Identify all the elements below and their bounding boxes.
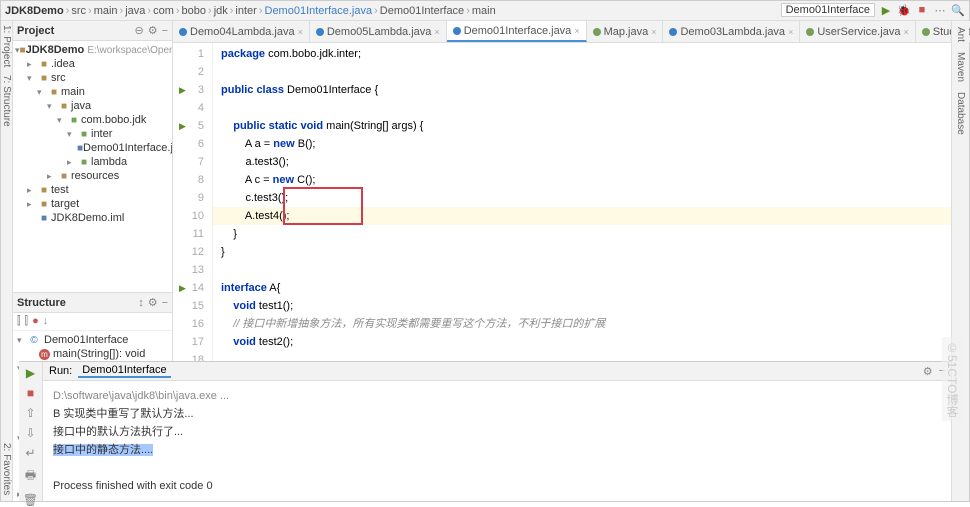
more-icon[interactable]: ⋯	[933, 3, 947, 17]
tree-node[interactable]: ▸■resources	[13, 169, 172, 183]
filter-icon[interactable]: ●	[32, 315, 39, 328]
file-type-icon	[669, 28, 677, 36]
gear-icon[interactable]: ⚙	[148, 296, 158, 309]
run-output[interactable]: D:\software\java\jdk8\bin\java.exe ...B …	[43, 381, 951, 501]
run-toolbar: ▶ ■ ⇧ ⇩ ↵ 🖶 🗑	[19, 362, 43, 501]
tree-node[interactable]: ▸■lambda	[13, 155, 172, 169]
run-gutter-icon[interactable]: ▶	[179, 279, 186, 297]
editor-tab[interactable]: UserService.java×	[800, 21, 915, 42]
rerun-icon[interactable]: ▶	[26, 366, 35, 380]
bc-root[interactable]: JDK8Demo	[5, 5, 64, 17]
structure-panel-header: Structure ↕ ⚙ −	[13, 293, 172, 313]
tree-node[interactable]: ■Demo01Interface.ja	[13, 141, 172, 155]
top-toolbar: Demo01Interface ▶ 🐞 ■ ⋯ 🔍	[781, 3, 965, 17]
left-vertical-tabs: 1: Project 7: Structure 2: Favorites	[1, 21, 13, 501]
hide-icon[interactable]: −	[162, 25, 168, 37]
tab-structure[interactable]: 7: Structure	[1, 75, 12, 127]
debug-icon[interactable]: 🐞	[897, 3, 911, 17]
close-icon[interactable]: ×	[788, 27, 793, 37]
trash-icon[interactable]: 🗑	[23, 493, 38, 507]
run-gutter-icon[interactable]: ▶	[179, 81, 186, 99]
run-tab[interactable]: Demo01Interface	[78, 364, 170, 378]
stop-icon[interactable]: ■	[27, 386, 34, 400]
structure-node[interactable]: mmain(String[]): void	[13, 347, 172, 361]
gear-icon[interactable]: ⚙	[148, 24, 158, 37]
gear-icon[interactable]: ⚙	[923, 365, 933, 378]
tab-project[interactable]: 1: Project	[1, 25, 12, 67]
editor-tab[interactable]: Demo01Interface.java×	[447, 21, 587, 42]
hide-icon[interactable]: −	[162, 297, 168, 309]
filter-icon[interactable]: ⫿	[17, 315, 21, 328]
run-panel: ▶ ■ ⇧ ⇩ ↵ 🖶 🗑 Run: Demo01Interface ⚙ − D…	[19, 361, 951, 501]
bc-file[interactable]: Demo01Interface.java	[265, 5, 373, 17]
structure-node[interactable]: ▾©Demo01Interface	[13, 333, 172, 347]
close-icon[interactable]: ×	[574, 26, 579, 36]
tree-node[interactable]: ■JDK8Demo.iml	[13, 211, 172, 225]
tab-database[interactable]: Database	[955, 92, 966, 135]
file-type-icon	[453, 27, 461, 35]
file-type-icon	[806, 28, 814, 36]
print-icon[interactable]: 🖶	[25, 466, 36, 487]
structure-toolbar: ⫿ ⫿ ● ↓	[13, 313, 172, 331]
wrap-icon[interactable]: ↵	[25, 446, 35, 460]
tree-node[interactable]: ▾■src	[13, 71, 172, 85]
tab-ant[interactable]: Ant	[955, 27, 966, 42]
project-panel-header: Project ⊖ ⚙ −	[13, 21, 172, 41]
tree-node[interactable]: ▾■com.bobo.jdk	[13, 113, 172, 127]
down-icon[interactable]: ⇩	[25, 426, 35, 440]
up-icon[interactable]: ⇧	[25, 406, 35, 420]
breadcrumb-bar: JDK8Demo ›src ›main ›java ›com ›bobo ›jd…	[1, 1, 969, 21]
right-vertical-tabs: Ant Maven Database	[951, 21, 969, 501]
editor-tab[interactable]: Map.java×	[587, 21, 664, 42]
tab-maven[interactable]: Maven	[955, 52, 966, 82]
editor-tabs: Demo04Lambda.java×Demo05Lambda.java×Demo…	[173, 21, 970, 43]
watermark: ©51CTO博客	[942, 337, 963, 421]
tree-node[interactable]: ▾■inter	[13, 127, 172, 141]
editor-tab[interactable]: Demo04Lambda.java×	[173, 21, 310, 42]
close-icon[interactable]: ×	[651, 27, 656, 37]
project-root[interactable]: ▾■ JDK8Demo E:\workspace\OpenClass	[13, 43, 172, 57]
search-icon[interactable]: 🔍	[951, 3, 965, 17]
tree-node[interactable]: ▸■target	[13, 197, 172, 211]
stop-icon[interactable]: ■	[915, 3, 929, 17]
run-header: Run: Demo01Interface ⚙ −	[43, 362, 951, 381]
filter-icon[interactable]: ↓	[43, 315, 49, 328]
close-icon[interactable]: ×	[434, 27, 439, 37]
tree-node[interactable]: ▸■test	[13, 183, 172, 197]
close-icon[interactable]: ×	[903, 27, 908, 37]
file-type-icon	[922, 28, 930, 36]
tree-node[interactable]: ▾■java	[13, 99, 172, 113]
run-config[interactable]: Demo01Interface	[781, 3, 875, 17]
collapse-icon[interactable]: ⊖	[134, 24, 143, 37]
editor-tab[interactable]: Demo03Lambda.java×	[663, 21, 800, 42]
project-tree[interactable]: ▾■ JDK8Demo E:\workspace\OpenClass ▸■.id…	[13, 41, 172, 292]
tab-favorites[interactable]: 2: Favorites	[1, 443, 12, 495]
editor-tab[interactable]: Demo05Lambda.java×	[310, 21, 447, 42]
file-type-icon	[593, 28, 601, 36]
sort-icon[interactable]: ↕	[138, 297, 144, 309]
tree-node[interactable]: ▾■main	[13, 85, 172, 99]
filter-icon[interactable]: ⫿	[25, 315, 29, 328]
file-type-icon	[316, 28, 324, 36]
file-type-icon	[179, 28, 187, 36]
tree-node[interactable]: ▸■.idea	[13, 57, 172, 71]
run-gutter-icon[interactable]: ▶	[179, 117, 186, 135]
close-icon[interactable]: ×	[298, 27, 303, 37]
run-icon[interactable]: ▶	[879, 3, 893, 17]
